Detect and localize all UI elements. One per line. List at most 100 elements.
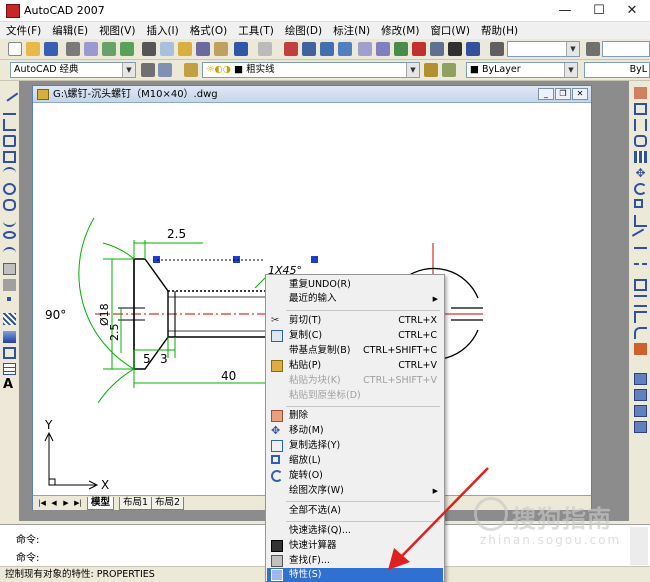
3d-publish-icon[interactable] bbox=[120, 42, 134, 56]
command-scrollbar[interactable] bbox=[630, 527, 648, 565]
tab-layout1[interactable]: 布局1 bbox=[119, 497, 153, 510]
markup-icon[interactable] bbox=[430, 42, 444, 56]
help-icon[interactable] bbox=[466, 42, 480, 56]
copy-icon[interactable] bbox=[160, 42, 174, 56]
offset-icon[interactable] bbox=[634, 135, 647, 147]
join-icon[interactable] bbox=[634, 295, 647, 307]
erase-icon[interactable] bbox=[634, 87, 647, 99]
text-style-combo[interactable]: ▼ bbox=[507, 41, 580, 57]
linetype-combo[interactable]: ByL bbox=[584, 62, 650, 78]
open-file-icon[interactable] bbox=[26, 42, 40, 56]
zoom-realtime-icon[interactable] bbox=[302, 42, 316, 56]
text-style-icon[interactable] bbox=[490, 42, 504, 56]
draw-order-under-icon[interactable] bbox=[634, 421, 647, 433]
layer-manager-icon[interactable] bbox=[184, 63, 198, 77]
menu-view[interactable]: 视图(V) bbox=[99, 23, 135, 38]
pan-icon[interactable] bbox=[284, 42, 298, 56]
trim-icon[interactable] bbox=[631, 228, 650, 246]
color-combo[interactable]: ■ ByLayer ▼ bbox=[466, 62, 578, 78]
tool-palettes-icon[interactable] bbox=[394, 42, 408, 56]
menu-item-copy-with-base-point[interactable]: 带基点复制(B) CTRL+SHIFT+C bbox=[267, 344, 443, 358]
break-at-point-icon[interactable] bbox=[634, 263, 647, 275]
menu-modify[interactable]: 修改(M) bbox=[381, 23, 419, 38]
stretch-icon[interactable] bbox=[634, 215, 647, 227]
region-icon[interactable] bbox=[3, 347, 16, 359]
fillet-icon[interactable] bbox=[634, 327, 647, 339]
menu-item-copy-selection[interactable]: 复制选择(Y) bbox=[267, 439, 443, 453]
menu-item-move[interactable]: ✥ 移动(M) bbox=[267, 424, 443, 438]
menu-item-recent-input[interactable]: 最近的输入 ▶ bbox=[267, 292, 443, 306]
menu-item-cut[interactable]: ✂ 剪切(T) CTRL+X bbox=[267, 314, 443, 328]
workspace-save-icon[interactable] bbox=[158, 63, 172, 77]
arc-icon[interactable] bbox=[3, 167, 16, 179]
array-icon[interactable] bbox=[634, 151, 647, 163]
undo-icon[interactable] bbox=[234, 42, 248, 56]
ellipse-arc-icon[interactable] bbox=[3, 247, 16, 259]
draw-order-back-icon[interactable] bbox=[634, 389, 647, 401]
menu-window[interactable]: 窗口(W) bbox=[430, 23, 470, 38]
layer-combo[interactable]: ☼◐◑ ■ 粗实线 ▼ bbox=[202, 62, 420, 78]
workspace-settings-icon[interactable] bbox=[141, 63, 155, 77]
block-editor-icon[interactable] bbox=[214, 42, 228, 56]
table-icon[interactable] bbox=[3, 363, 16, 375]
doc-close-button[interactable]: ✕ bbox=[572, 88, 588, 100]
print-icon[interactable] bbox=[66, 42, 80, 56]
menu-tools[interactable]: 工具(T) bbox=[238, 23, 274, 38]
rotate-icon[interactable] bbox=[634, 183, 647, 195]
move-icon[interactable]: ✥ bbox=[634, 167, 647, 179]
polygon-icon[interactable] bbox=[3, 135, 16, 147]
draw-order-above-icon[interactable] bbox=[634, 405, 647, 417]
insert-block-icon[interactable] bbox=[3, 263, 16, 275]
menu-edit[interactable]: 编辑(E) bbox=[52, 23, 88, 38]
construction-line-icon[interactable] bbox=[3, 103, 16, 115]
redo-icon[interactable] bbox=[258, 42, 272, 56]
dim-style-combo[interactable] bbox=[602, 41, 650, 57]
break-icon[interactable] bbox=[634, 279, 647, 291]
tab-layout2[interactable]: 布局2 bbox=[151, 497, 185, 510]
menu-item-erase[interactable]: 删除 bbox=[267, 409, 443, 423]
menu-insert[interactable]: 插入(I) bbox=[146, 23, 178, 38]
tab-next-icon[interactable]: ▶ bbox=[61, 498, 71, 508]
new-file-icon[interactable] bbox=[8, 42, 22, 56]
rectangle-icon[interactable] bbox=[3, 151, 16, 163]
scale-icon[interactable] bbox=[634, 199, 643, 208]
hatch-icon[interactable] bbox=[3, 313, 16, 325]
draw-order-front-icon[interactable] bbox=[634, 373, 647, 385]
sheet-set-icon[interactable] bbox=[412, 42, 426, 56]
circle-icon[interactable] bbox=[3, 183, 16, 195]
match-properties-icon[interactable] bbox=[196, 42, 210, 56]
close-button[interactable]: ✕ bbox=[617, 0, 647, 22]
calculator-icon[interactable] bbox=[448, 42, 462, 56]
dim-style-icon[interactable] bbox=[586, 42, 600, 56]
grip-point[interactable] bbox=[311, 256, 318, 263]
plot-preview-icon[interactable] bbox=[84, 42, 98, 56]
line-icon[interactable] bbox=[0, 84, 19, 102]
copy-object-icon[interactable] bbox=[634, 103, 647, 115]
menu-dimension[interactable]: 标注(N) bbox=[333, 23, 370, 38]
layer-previous-icon[interactable] bbox=[442, 63, 456, 77]
tab-prev-icon[interactable]: ◀ bbox=[49, 498, 59, 508]
minimize-button[interactable]: — bbox=[550, 0, 580, 22]
design-center-icon[interactable] bbox=[376, 42, 390, 56]
menu-help[interactable]: 帮助(H) bbox=[481, 23, 518, 38]
make-block-icon[interactable] bbox=[3, 279, 16, 291]
point-icon[interactable] bbox=[7, 297, 11, 301]
mirror-icon[interactable] bbox=[634, 119, 647, 131]
zoom-previous-icon[interactable] bbox=[338, 42, 352, 56]
menu-item-paste[interactable]: 粘贴(P) CTRL+V bbox=[267, 359, 443, 373]
paste-icon[interactable] bbox=[178, 42, 192, 56]
tab-model[interactable]: 模型 bbox=[87, 497, 115, 510]
workspace-combo[interactable]: AutoCAD 经典 ▼ bbox=[10, 62, 136, 78]
menu-format[interactable]: 格式(O) bbox=[190, 23, 227, 38]
zoom-window-icon[interactable] bbox=[320, 42, 334, 56]
doc-minimize-button[interactable]: _ bbox=[538, 88, 554, 100]
spline-icon[interactable] bbox=[3, 215, 16, 227]
command-prompt[interactable]: 命令: bbox=[16, 549, 39, 564]
make-layer-current-icon[interactable] bbox=[424, 63, 438, 77]
gradient-icon[interactable] bbox=[3, 331, 16, 343]
extend-icon[interactable] bbox=[634, 247, 647, 259]
chamfer-icon[interactable] bbox=[634, 311, 647, 323]
cut-icon[interactable] bbox=[142, 42, 156, 56]
tab-last-icon[interactable]: ▶| bbox=[73, 498, 83, 508]
save-icon[interactable] bbox=[44, 42, 58, 56]
